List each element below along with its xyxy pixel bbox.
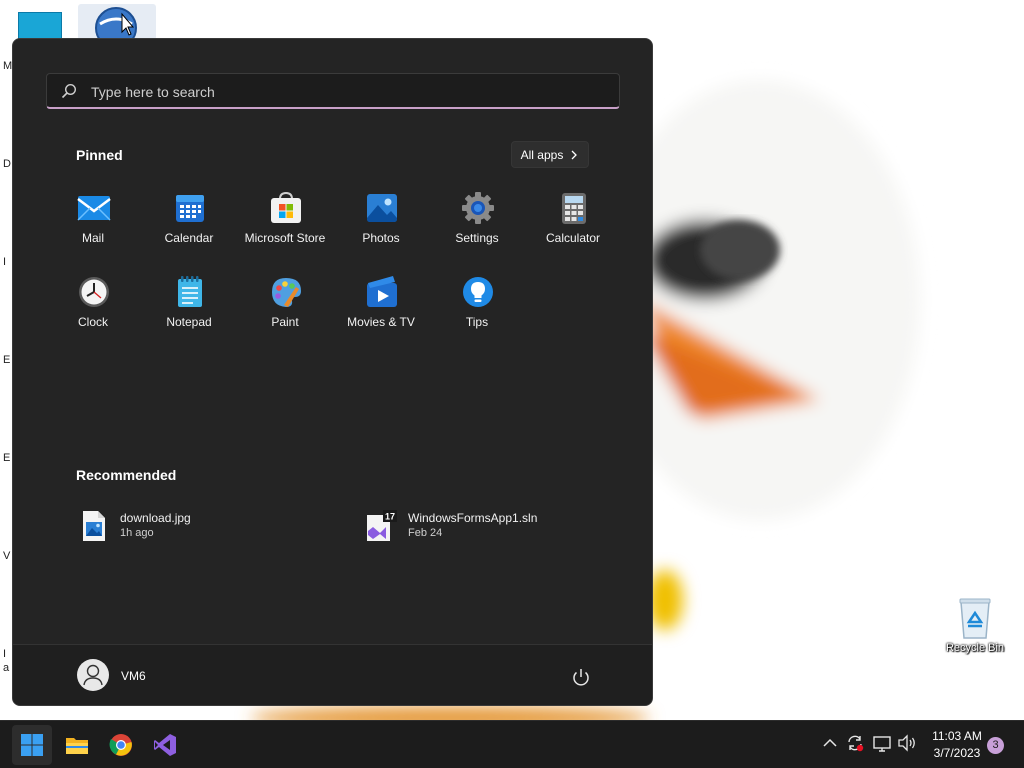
power-icon bbox=[573, 669, 589, 686]
taskbar-file-explorer[interactable] bbox=[57, 725, 97, 765]
pinned-app-notepad[interactable]: Notepad bbox=[141, 271, 237, 343]
user-avatar[interactable] bbox=[77, 659, 109, 691]
desktop-shortcut-selected[interactable] bbox=[78, 4, 156, 42]
clock-icon bbox=[77, 275, 111, 309]
desktop-icon-label-fragment: E bbox=[3, 354, 11, 366]
network-globe-icon bbox=[95, 7, 137, 42]
desktop-icon-label-fragment: I bbox=[3, 256, 7, 268]
pinned-app-calendar[interactable]: Calendar bbox=[141, 187, 237, 259]
visual-studio-icon bbox=[154, 734, 176, 756]
recycle-bin-label: Recycle Bin bbox=[945, 642, 1005, 654]
pinned-app-calculator[interactable]: Calculator bbox=[525, 187, 621, 259]
chevron-right-icon bbox=[571, 150, 578, 159]
calculator-icon bbox=[557, 191, 591, 225]
app-name: Microsoft Store bbox=[244, 231, 326, 245]
gear-icon bbox=[461, 191, 495, 225]
taskbar-visual-studio[interactable] bbox=[145, 725, 185, 765]
user-bar: VM6 bbox=[13, 644, 652, 705]
start-icon bbox=[21, 734, 43, 756]
app-name: Calculator bbox=[545, 231, 601, 245]
pinned-heading: Pinned bbox=[76, 147, 123, 163]
user-icon bbox=[83, 664, 103, 686]
recommended-file-name: WindowsFormsApp1.sln bbox=[408, 511, 538, 525]
power-button[interactable] bbox=[569, 665, 593, 689]
desktop-icon-label-fragment: a bbox=[3, 662, 10, 674]
image-file-icon bbox=[76, 509, 110, 543]
pinned-app-microsoft-store[interactable]: Microsoft Store bbox=[237, 187, 333, 259]
network-icon[interactable] bbox=[872, 733, 892, 753]
user-name[interactable]: VM6 bbox=[121, 669, 146, 683]
recommended-file-time: 1h ago bbox=[120, 527, 154, 539]
taskbar-clock-date[interactable]: 3/7/2023 bbox=[928, 746, 986, 760]
taskbar-chrome[interactable] bbox=[101, 725, 141, 765]
volume-icon[interactable] bbox=[897, 733, 917, 753]
app-name: Tips bbox=[465, 315, 489, 329]
taskbar: 11:03 AM 3/7/2023 3 bbox=[0, 720, 1024, 768]
desktop-icon-label-fragment: D bbox=[3, 158, 11, 170]
notepad-icon bbox=[173, 275, 207, 309]
notification-count-badge[interactable]: 3 bbox=[987, 737, 1004, 754]
mail-icon bbox=[77, 191, 111, 225]
app-name: Calendar bbox=[164, 231, 214, 245]
pinned-app-movies-tv[interactable]: Movies & TV bbox=[333, 271, 429, 343]
pinned-app-photos[interactable]: Photos bbox=[333, 187, 429, 259]
recommended-file-time: Feb 24 bbox=[408, 527, 443, 539]
app-name: Mail bbox=[81, 231, 104, 245]
desktop-icon-label-fragment: M bbox=[3, 60, 13, 72]
photos-icon bbox=[365, 191, 399, 225]
pinned-app-settings[interactable]: Settings bbox=[429, 187, 525, 259]
taskbar-clock-time[interactable]: 11:03 AM bbox=[928, 729, 986, 743]
search-box[interactable] bbox=[46, 73, 620, 109]
desktop-icon-label-fragment: V bbox=[3, 550, 11, 562]
all-apps-label: All apps bbox=[520, 147, 564, 162]
pinned-app-clock[interactable]: Clock bbox=[45, 271, 141, 343]
start-menu: Pinned All apps Mail bbox=[12, 38, 653, 706]
taskbar-start-button[interactable] bbox=[12, 725, 52, 765]
paint-icon bbox=[269, 275, 303, 309]
app-name: Paint bbox=[271, 315, 299, 329]
app-name: Clock bbox=[77, 315, 108, 329]
pinned-app-paint[interactable]: Paint bbox=[237, 271, 333, 343]
recommended-item-download-jpg[interactable]: download.jpg 1h ago bbox=[76, 505, 326, 549]
lightbulb-icon bbox=[461, 275, 495, 309]
app-name: Notepad bbox=[166, 315, 212, 329]
chrome-icon bbox=[109, 734, 132, 756]
search-input[interactable] bbox=[89, 80, 613, 104]
file-explorer-icon bbox=[66, 738, 88, 754]
store-icon bbox=[269, 191, 303, 225]
pinned-app-tips[interactable]: Tips bbox=[429, 271, 525, 343]
pinned-app-mail[interactable]: Mail bbox=[45, 187, 141, 259]
recommended-file-name: download.jpg bbox=[120, 511, 191, 525]
app-name: Movies & TV bbox=[347, 315, 415, 329]
show-hidden-icons-chevron-up-icon[interactable] bbox=[820, 733, 840, 753]
search-icon bbox=[61, 83, 77, 99]
sync-error-icon[interactable] bbox=[845, 733, 865, 753]
app-name: Photos bbox=[362, 231, 400, 245]
all-apps-button[interactable]: All apps bbox=[511, 141, 589, 168]
movies-icon bbox=[365, 275, 399, 309]
version-badge: 17 bbox=[385, 512, 395, 522]
recycle-bin[interactable]: Recycle Bin bbox=[938, 596, 1012, 654]
app-name: Settings bbox=[455, 231, 499, 245]
desktop-icon-label-fragment: E bbox=[3, 452, 11, 464]
recycle-bin-icon bbox=[959, 598, 991, 639]
desktop-icon-label-fragment: I bbox=[3, 648, 7, 660]
visual-studio-solution-icon: 17 bbox=[364, 509, 398, 543]
recommended-heading: Recommended bbox=[76, 467, 177, 483]
calendar-icon bbox=[173, 191, 207, 225]
recommended-item-windowsformsapp1-sln[interactable]: 17 WindowsFormsApp1.sln Feb 24 bbox=[364, 505, 614, 549]
